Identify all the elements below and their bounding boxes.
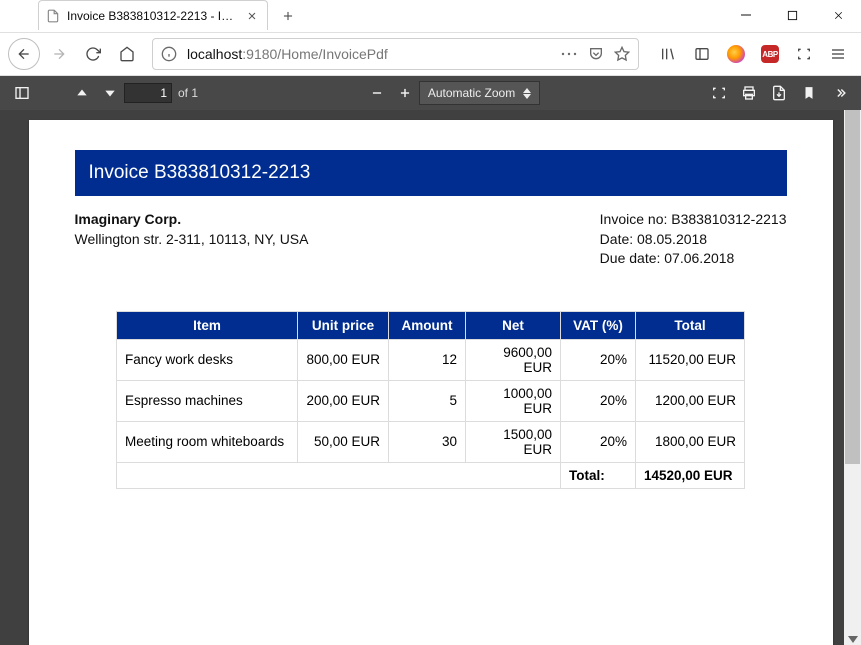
app-menu-icon[interactable] xyxy=(823,39,853,69)
pdf-toolbar: of 1 Automatic Zoom xyxy=(0,76,861,110)
pdf-sidebar-toggle-icon[interactable] xyxy=(8,79,36,107)
pdf-bookmark-icon[interactable] xyxy=(795,79,823,107)
scroll-down-icon[interactable] xyxy=(844,631,861,645)
cell-item: Meeting room whiteboards xyxy=(117,421,298,462)
window-close-button[interactable] xyxy=(815,0,861,30)
cell-vat: 20% xyxy=(561,339,636,380)
company-name: Imaginary Corp. xyxy=(75,210,309,230)
cell-total: 1800,00 EUR xyxy=(636,421,745,462)
pdf-zoom-out-icon[interactable] xyxy=(363,79,391,107)
invoice-header: Imaginary Corp. Wellington str. 2-311, 1… xyxy=(75,210,787,269)
th-total: Total xyxy=(636,311,745,339)
new-tab-button[interactable] xyxy=(274,2,302,30)
cell-item: Fancy work desks xyxy=(117,339,298,380)
tab-close-icon[interactable] xyxy=(245,9,259,23)
pdf-download-icon[interactable] xyxy=(765,79,793,107)
invoice-number: Invoice no: B383810312-2213 xyxy=(600,210,787,230)
pdf-tools-more-icon[interactable] xyxy=(825,79,853,107)
url-path: :9180/Home/InvoicePdf xyxy=(242,46,388,62)
pdf-page: Invoice B383810312-2213 Imaginary Corp. … xyxy=(29,120,833,645)
pocket-icon[interactable] xyxy=(588,46,604,62)
home-button[interactable] xyxy=(112,39,142,69)
cell-amount: 5 xyxy=(389,380,466,421)
pdf-prev-page-icon[interactable] xyxy=(68,79,96,107)
cell-total: 1200,00 EUR xyxy=(636,380,745,421)
th-unit-price: Unit price xyxy=(298,311,389,339)
select-arrows-icon xyxy=(523,88,531,99)
window-maximize-button[interactable] xyxy=(769,0,815,30)
url-bar[interactable]: localhost:9180/Home/InvoicePdf xyxy=(152,38,639,70)
cell-amount: 12 xyxy=(389,339,466,380)
invoice-due-date: Due date: 07.06.2018 xyxy=(600,249,787,269)
pdf-zoom-in-icon[interactable] xyxy=(391,79,419,107)
firefox-account-icon[interactable] xyxy=(721,39,751,69)
pdf-presentation-icon[interactable] xyxy=(705,79,733,107)
th-net: Net xyxy=(466,311,561,339)
cell-item: Espresso machines xyxy=(117,380,298,421)
cell-total-value: 14520,00 EUR xyxy=(636,462,745,488)
pdf-next-page-icon[interactable] xyxy=(96,79,124,107)
vertical-scrollbar[interactable] xyxy=(844,110,861,645)
cell-net: 9600,00 EUR xyxy=(466,339,561,380)
invoice-table: Item Unit price Amount Net VAT (%) Total… xyxy=(116,311,745,489)
window-controls xyxy=(723,0,861,30)
site-info-icon[interactable] xyxy=(161,46,177,62)
pdf-page-count: of 1 xyxy=(178,86,198,100)
table-total-row: Total: 14520,00 EUR xyxy=(117,462,745,488)
forward-button[interactable] xyxy=(44,39,74,69)
url-host: localhost xyxy=(187,46,242,62)
cell-net: 1000,00 EUR xyxy=(466,380,561,421)
cell-amount: 30 xyxy=(389,421,466,462)
cell-unit-price: 200,00 EUR xyxy=(298,380,389,421)
table-row: Meeting room whiteboards 50,00 EUR 30 15… xyxy=(117,421,745,462)
back-button[interactable] xyxy=(8,38,40,70)
cell-blank xyxy=(117,462,561,488)
cell-total-label: Total: xyxy=(561,462,636,488)
tab-favicon-document-icon xyxy=(45,8,61,24)
invoice-banner: Invoice B383810312-2213 xyxy=(75,150,787,196)
cell-unit-price: 50,00 EUR xyxy=(298,421,389,462)
pdf-print-icon[interactable] xyxy=(735,79,763,107)
pdf-viewer-area: Invoice B383810312-2213 Imaginary Corp. … xyxy=(0,110,861,645)
table-row: Espresso machines 200,00 EUR 5 1000,00 E… xyxy=(117,380,745,421)
window-minimize-button[interactable] xyxy=(723,0,769,30)
cell-vat: 20% xyxy=(561,380,636,421)
company-address: Wellington str. 2-311, 10113, NY, USA xyxy=(75,230,309,250)
cell-total: 11520,00 EUR xyxy=(636,339,745,380)
scroll-thumb[interactable] xyxy=(845,110,860,464)
pdf-page-input[interactable] xyxy=(124,83,172,103)
cell-net: 1500,00 EUR xyxy=(466,421,561,462)
cell-unit-price: 800,00 EUR xyxy=(298,339,389,380)
table-row: Fancy work desks 800,00 EUR 12 9600,00 E… xyxy=(117,339,745,380)
browser-tab[interactable]: Invoice B383810312-2213 - Invo xyxy=(38,0,268,30)
th-item: Item xyxy=(117,311,298,339)
browser-navbar: localhost:9180/Home/InvoicePdf ABP xyxy=(0,33,861,76)
bookmark-star-icon[interactable] xyxy=(614,46,630,62)
url-text: localhost:9180/Home/InvoicePdf xyxy=(187,46,388,62)
screenshot-icon[interactable] xyxy=(789,39,819,69)
abp-icon[interactable]: ABP xyxy=(755,39,785,69)
page-action-more-icon[interactable] xyxy=(560,47,578,61)
tab-title: Invoice B383810312-2213 - Invo xyxy=(67,9,239,23)
browser-titlebar: Invoice B383810312-2213 - Invo xyxy=(0,0,861,33)
cell-vat: 20% xyxy=(561,421,636,462)
sidebar-icon[interactable] xyxy=(687,39,717,69)
library-icon[interactable] xyxy=(653,39,683,69)
pdf-zoom-select[interactable]: Automatic Zoom xyxy=(419,81,540,105)
th-vat: VAT (%) xyxy=(561,311,636,339)
th-amount: Amount xyxy=(389,311,466,339)
invoice-date: Date: 08.05.2018 xyxy=(600,230,787,250)
reload-button[interactable] xyxy=(78,39,108,69)
pdf-zoom-label: Automatic Zoom xyxy=(428,86,515,100)
toolbar-right: ABP xyxy=(653,39,853,69)
